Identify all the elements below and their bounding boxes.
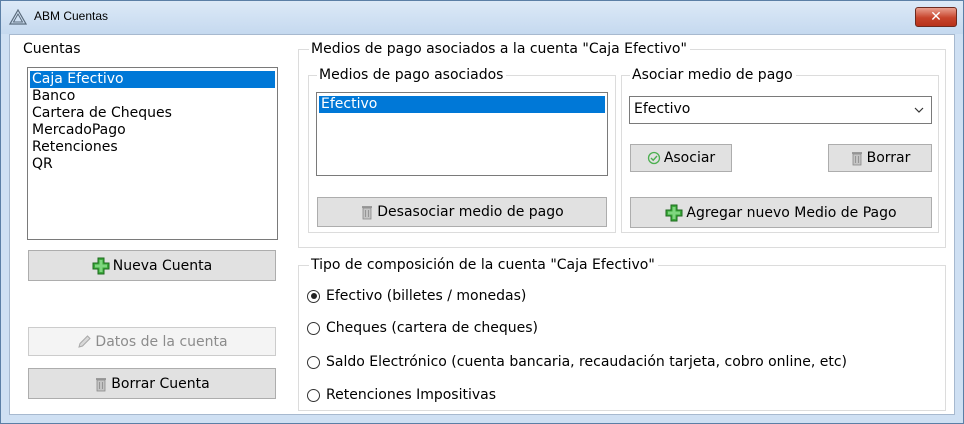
borrar-cuenta-label: Borrar Cuenta — [111, 375, 210, 392]
close-button[interactable]: ✕ — [915, 7, 957, 27]
radio-retenciones[interactable]: Retenciones Impositivas — [307, 385, 496, 405]
medio-list-item[interactable]: Efectivo — [319, 96, 605, 113]
nueva-cuenta-button[interactable]: Nueva Cuenta — [28, 250, 276, 281]
trash-can-icon — [362, 206, 373, 220]
agregar-medio-button[interactable]: Agregar nuevo Medio de Pago — [630, 197, 932, 228]
trash-can-icon — [96, 377, 107, 391]
cuenta-list-item[interactable]: Caja Efectivo — [30, 71, 275, 88]
triangle-logo-icon — [9, 9, 27, 25]
check-circle-icon — [647, 151, 660, 165]
cuentas-listbox[interactable]: Caja Efectivo Banco Cartera de Cheques M… — [27, 67, 278, 240]
client-area: Cuentas Caja Efectivo Banco Cartera de C… — [9, 34, 955, 415]
radio-saldo-label: Saldo Electrónico (cuenta bancaria, reca… — [326, 354, 847, 370]
cuenta-list-item[interactable]: Retenciones — [30, 139, 275, 156]
asociar-medio-label: Asociar medio de pago — [630, 67, 796, 83]
radio-button[interactable] — [307, 388, 320, 402]
close-icon: ✕ — [930, 9, 942, 25]
borrar-medio-button[interactable]: Borrar — [828, 144, 932, 172]
radio-button[interactable] — [307, 321, 320, 335]
nueva-cuenta-label: Nueva Cuenta — [112, 257, 213, 274]
cuenta-list-item[interactable]: Banco — [30, 88, 275, 105]
radio-cheques[interactable]: Cheques (cartera de cheques) — [307, 318, 538, 338]
tipo-composicion-group: Tipo de composición de la cuenta "Caja E… — [298, 257, 946, 411]
cuentas-group-label: Cuentas — [21, 41, 84, 57]
cuenta-list-item[interactable]: QR — [30, 156, 275, 173]
radio-button[interactable] — [307, 355, 320, 369]
desasociar-button[interactable]: Desasociar medio de pago — [317, 197, 607, 227]
datos-cuenta-button[interactable]: Datos de la cuenta — [28, 327, 276, 356]
radio-cheques-label: Cheques (cartera de cheques) — [326, 320, 539, 336]
tipo-composicion-label: Tipo de composición de la cuenta "Caja E… — [309, 257, 658, 273]
medios-asociados-label: Medios de pago asociados — [317, 67, 507, 83]
desasociar-label: Desasociar medio de pago — [377, 204, 564, 220]
green-plus-icon — [665, 204, 683, 221]
chevron-down-icon — [914, 107, 924, 113]
asociar-label: Asociar — [663, 150, 716, 166]
medios-group-label: Medios de pago asociados a la cuenta "Ca… — [309, 41, 690, 57]
green-plus-icon — [92, 257, 110, 274]
abm-cuentas-window: ABM Cuentas ✕ Cuentas Caja Efectivo Banc… — [0, 0, 964, 424]
trash-can-icon — [851, 152, 862, 166]
agregar-medio-label: Agregar nuevo Medio de Pago — [686, 204, 897, 221]
window-title: ABM Cuentas — [34, 9, 109, 23]
radio-button-checked[interactable] — [307, 289, 320, 303]
cuenta-list-item[interactable]: Cartera de Cheques — [30, 105, 275, 122]
borrar-medio-label: Borrar — [866, 150, 911, 166]
radio-efectivo-label: Efectivo (billetes / monedas) — [326, 288, 527, 304]
medio-pago-select-value: Efectivo — [634, 101, 691, 117]
datos-cuenta-label: Datos de la cuenta — [95, 333, 228, 350]
radio-retenciones-label: Retenciones Impositivas — [326, 387, 497, 403]
radio-saldo-electronico[interactable]: Saldo Electrónico (cuenta bancaria, reca… — [307, 352, 847, 372]
pencil-icon — [78, 334, 92, 348]
radio-efectivo[interactable]: Efectivo (billetes / monedas) — [307, 286, 526, 306]
medio-pago-select[interactable]: Efectivo — [629, 96, 932, 124]
cuenta-list-item[interactable]: MercadoPago — [30, 122, 275, 139]
medios-asociados-listbox[interactable]: Efectivo — [316, 92, 608, 176]
borrar-cuenta-button[interactable]: Borrar Cuenta — [28, 368, 276, 399]
asociar-button[interactable]: Asociar — [630, 144, 732, 172]
title-bar[interactable]: ABM Cuentas ✕ — [1, 1, 963, 34]
